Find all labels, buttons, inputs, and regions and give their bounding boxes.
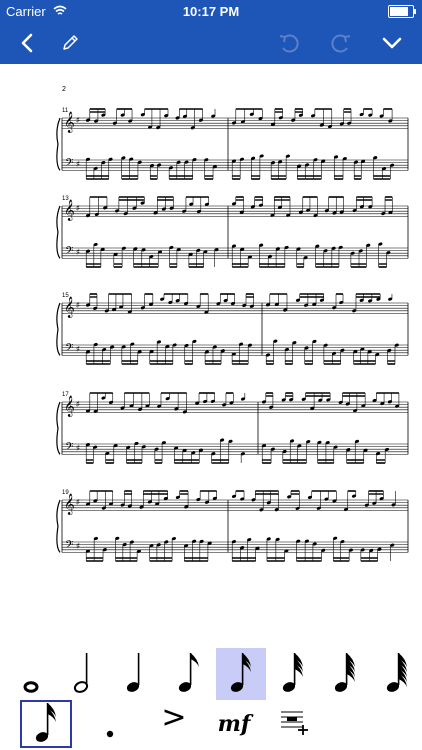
staff-system[interactable]: 19𝄞𝄢♯♯ [56,490,409,562]
toolbar [0,22,422,64]
status-bar: Carrier 10:17 PM [0,0,422,22]
half-note-button[interactable] [60,648,110,700]
treble-clef: 𝄞 [64,200,75,221]
clock: 10:17 PM [182,4,240,19]
key-signature: ♯ [76,445,80,452]
bass-clef: 𝄢 [65,441,73,456]
treble-clef: 𝄞 [64,112,75,133]
mf-button[interactable]: mf [208,700,260,748]
quarter-note-button[interactable] [112,648,162,700]
quarter-note-icon [122,649,152,700]
whole-note-icon [18,649,48,700]
redo-icon [331,34,351,53]
key-signature: ♯ [76,543,80,550]
dot-button[interactable] [84,700,136,748]
pencil-icon [63,35,78,50]
accent-button[interactable]: > [148,700,200,748]
whole-note-button[interactable] [8,648,58,700]
staff-system[interactable]: 15𝄞𝄢♯♯ [56,293,409,365]
collapse-button[interactable] [377,28,407,58]
staff-system[interactable]: 11𝄞𝄢♯♯ [56,108,409,180]
key-signature: ♯ [76,302,80,309]
treble-clef: 𝄞 [64,297,75,318]
chevron-left-icon [21,33,33,53]
dot-icon [100,702,120,747]
half-note-icon [70,649,100,700]
one-twenty-eighth-note-button[interactable] [372,648,422,700]
staff-system[interactable]: 13𝄞𝄢♯♯ [56,196,409,268]
bass-clef: 𝄢 [65,157,73,172]
staff-system[interactable]: 17𝄞𝄢♯♯ [56,392,409,464]
insert-rest-icon [279,709,309,740]
note-palette: > mf [0,640,422,750]
sixteenth-note-button[interactable] [216,648,266,700]
sixty-fourth-note-icon [330,649,360,700]
bass-clef: 𝄢 [65,342,73,357]
treble-clef: 𝄞 [64,396,75,417]
score-page[interactable]: 2 11 𝄞 𝄢 ♯ ♯ 13 𝄞 𝄢 ♯ ♯ 15 𝄞 𝄢 ♯ ♯ 17 𝄞 𝄢 ♯ ♯ 19 𝄞 𝄢 ♯ ♯ [0,64,422,634]
eighth-note-icon [174,649,204,700]
bass-clef: 𝄢 [65,539,73,554]
chevron-down-icon [382,37,402,49]
dynamic-mf-icon: mf [217,711,251,737]
page-number: 2 [62,86,66,93]
battery-icon [388,5,416,18]
sixty-fourth-note-button[interactable] [320,648,370,700]
key-signature: ♯ [76,117,80,124]
key-signature: ♯ [76,401,80,408]
accent-icon: > [161,699,187,735]
key-signature: ♯ [76,499,80,506]
key-signature: ♯ [76,205,80,212]
key-signature: ♯ [76,346,80,353]
key-signature: ♯ [76,249,80,256]
sixteenth-note-icon [226,649,256,700]
sixteenth-note-button[interactable] [20,700,72,748]
bass-clef: 𝄢 [65,245,73,260]
thirty-second-note-button[interactable] [268,648,318,700]
treble-clef: 𝄞 [64,494,75,515]
undo-icon [279,34,299,53]
undo-button[interactable] [274,28,304,58]
one-twenty-eighth-note-icon [382,649,412,700]
thirty-second-note-icon [278,649,308,700]
sheet-music: 2 11𝄞𝄢♯♯13𝄞𝄢♯♯15𝄞𝄢♯♯17𝄞𝄢♯♯19𝄞𝄢♯♯ [56,86,409,562]
eighth-note-button[interactable] [164,648,214,700]
sixteenth-note-icon [31,699,61,750]
redo-button[interactable] [326,28,356,58]
back-button[interactable] [12,28,42,58]
insert-rest-button[interactable] [268,700,320,748]
key-signature: ♯ [76,161,80,168]
edit-button[interactable] [55,28,85,58]
